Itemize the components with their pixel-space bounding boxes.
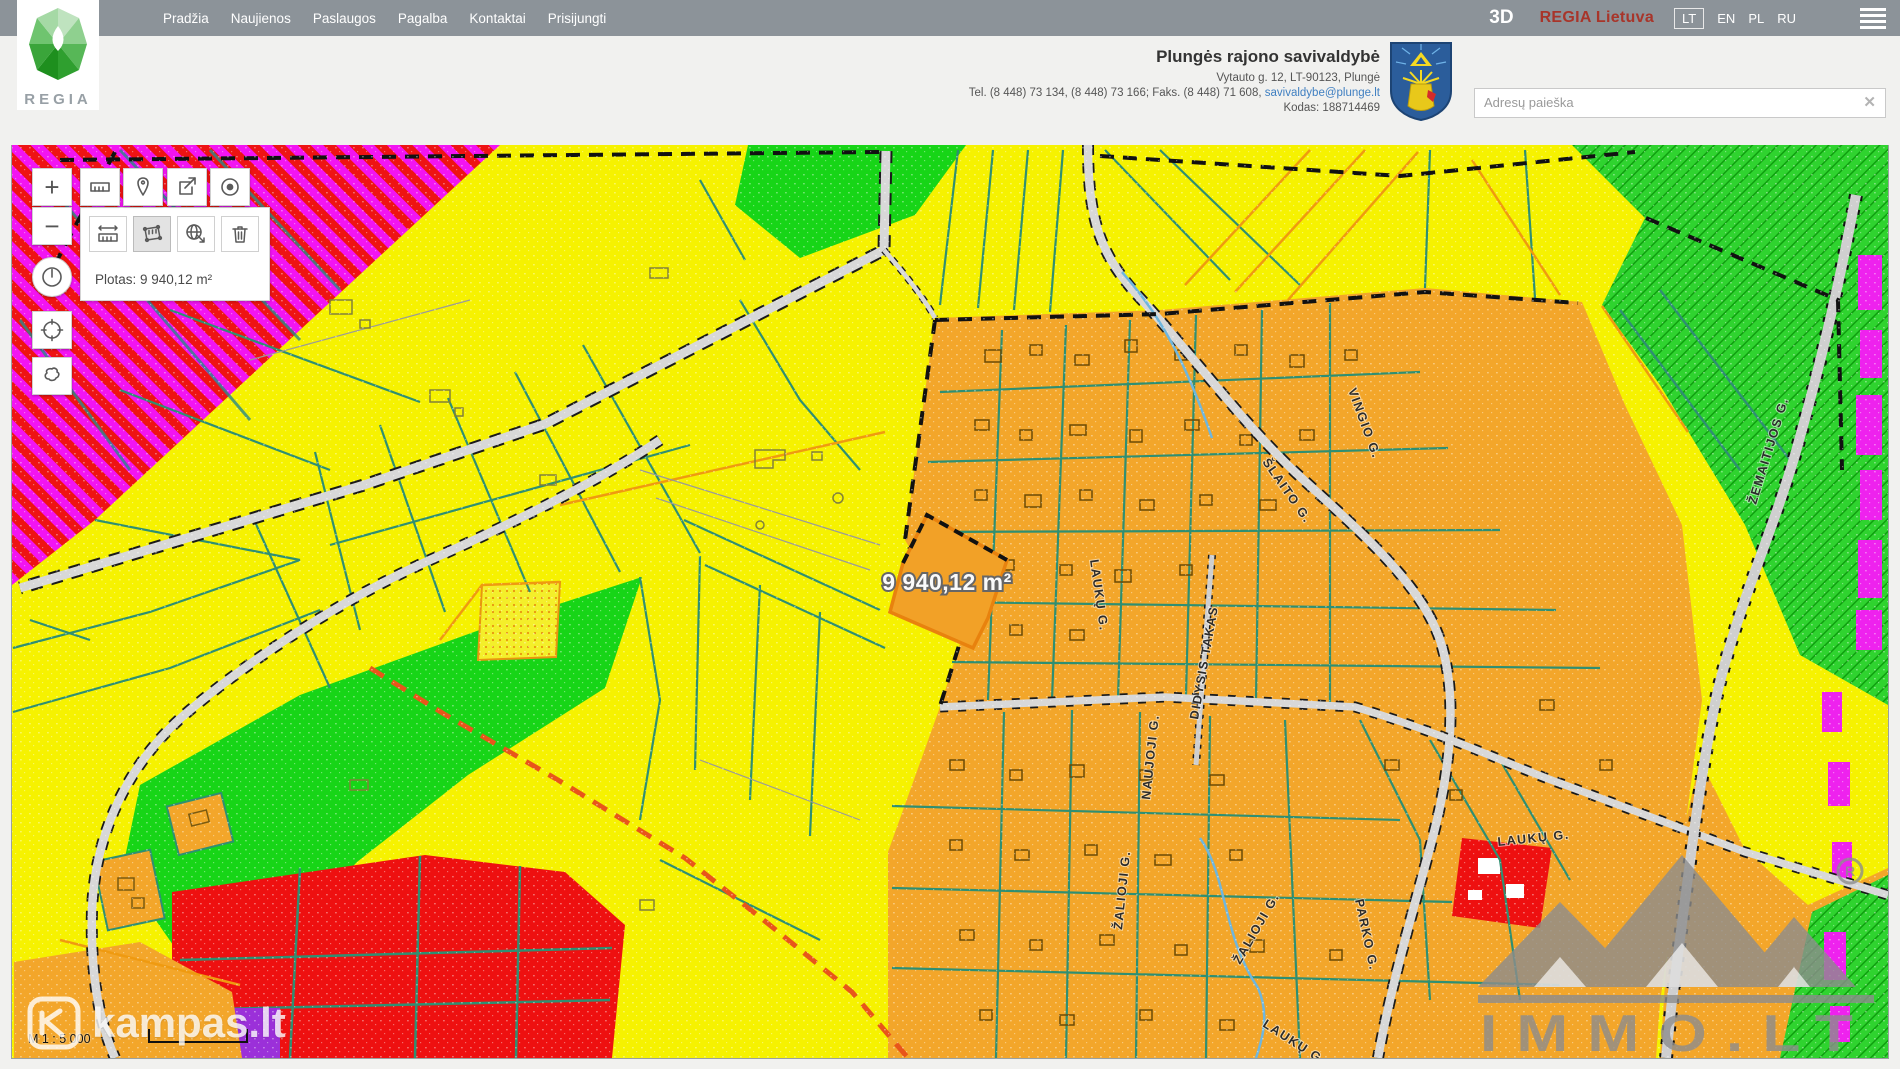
map-viewport[interactable]: 9 940,12 m² ŠLAITO G. VINGIO G. DIDYSIS … [12,145,1888,1058]
length-ruler-icon [96,222,120,246]
nav-item-prisijungti[interactable]: Prisijungti [539,11,616,26]
geolocate-button[interactable] [32,311,72,349]
freehand-select-button[interactable] [32,357,72,395]
clock-icon [40,265,64,289]
municipality-code: Kodas: 188714469 [969,101,1380,116]
area-readout: Plotas: 9 940,12 m² [95,272,212,287]
globe-cursor-icon [184,222,208,246]
language-en-button[interactable]: EN [1717,11,1735,26]
crosshair-icon [40,318,64,342]
point-info-button[interactable] [210,168,250,206]
measure-tool-button[interactable] [80,168,120,206]
measure-length-button[interactable] [89,216,127,252]
share-tool-button[interactable] [167,168,207,206]
regia-logo-text: REGIA [17,91,99,108]
nav-item-kontaktai[interactable]: Kontaktai [460,11,534,26]
email-link[interactable]: savivaldybe@plunge.lt [1265,87,1380,99]
measure-area-button[interactable] [133,216,171,252]
clear-measurement-button[interactable] [221,216,259,252]
regia-lietuva-link[interactable]: REGIA Lietuva [1540,9,1654,27]
ruler-icon [88,175,112,199]
regia-gem-icon [27,6,89,84]
hamburger-menu-icon[interactable] [1860,8,1886,29]
phone-text: Tel. (8 448) 73 134, (8 448) 73 166; Fak… [969,87,1262,99]
measure-coordinates-button[interactable] [177,216,215,252]
address-search-input[interactable] [1475,89,1854,115]
language-pl-button[interactable]: PL [1748,11,1764,26]
zoom-out-button[interactable]: − [32,207,72,245]
regia-logo[interactable]: REGIA [17,0,99,110]
language-lt-button[interactable]: LT [1674,8,1704,29]
view-3d-button[interactable]: 3D [1489,7,1513,29]
circle-dot-icon [218,175,242,199]
scale-bar [148,1029,248,1043]
map-pin-icon [131,175,155,199]
scale-label: M 1 : 5 000 [28,1032,91,1046]
search-clear-icon[interactable]: ✕ [1863,93,1876,111]
area-measure-icon [140,222,164,246]
top-navigation-bar: Pradžia Naujienos Paslaugos Pagalba Kont… [0,0,1900,36]
plus-icon: + [44,174,59,200]
nav-item-pagalba[interactable]: Pagalba [389,11,457,26]
time-slider-button[interactable] [32,257,72,297]
marker-tool-button[interactable] [123,168,163,206]
zoom-in-button[interactable]: + [32,168,72,206]
page-header: Plungės rajono savivaldybė Vytauto g. 12… [0,36,1900,145]
measure-panel: Plotas: 9 940,12 m² [80,207,270,301]
lasso-icon [40,364,64,388]
nav-right-group: 3D REGIA Lietuva LT EN PL RU [1489,0,1886,36]
municipality-info: Plungės rajono savivaldybė Vytauto g. 12… [969,46,1380,116]
language-ru-button[interactable]: RU [1777,11,1796,26]
map-canvas[interactable]: 9 940,12 m² ŠLAITO G. VINGIO G. DIDYSIS … [12,145,1888,1058]
share-icon [175,175,199,199]
address-search-box: ✕ [1474,88,1886,118]
nav-item-paslaugos[interactable]: Paslaugos [304,11,385,26]
municipality-contacts: Tel. (8 448) 73 134, (8 448) 73 166; Fak… [969,86,1380,101]
nav-item-naujienos[interactable]: Naujienos [222,11,300,26]
coat-of-arms [1388,40,1454,127]
trash-icon [228,222,252,246]
municipality-title: Plungės rajono savivaldybė [969,46,1380,68]
municipality-address: Vytauto g. 12, LT-90123, Plungė [969,71,1380,86]
nav-item-pradzia[interactable]: Pradžia [154,11,218,26]
parcel-area-label: 9 940,12 m² [882,569,1012,595]
main-menu: Pradžia Naujienos Paslaugos Pagalba Kont… [154,0,615,36]
minus-icon: − [44,213,59,239]
